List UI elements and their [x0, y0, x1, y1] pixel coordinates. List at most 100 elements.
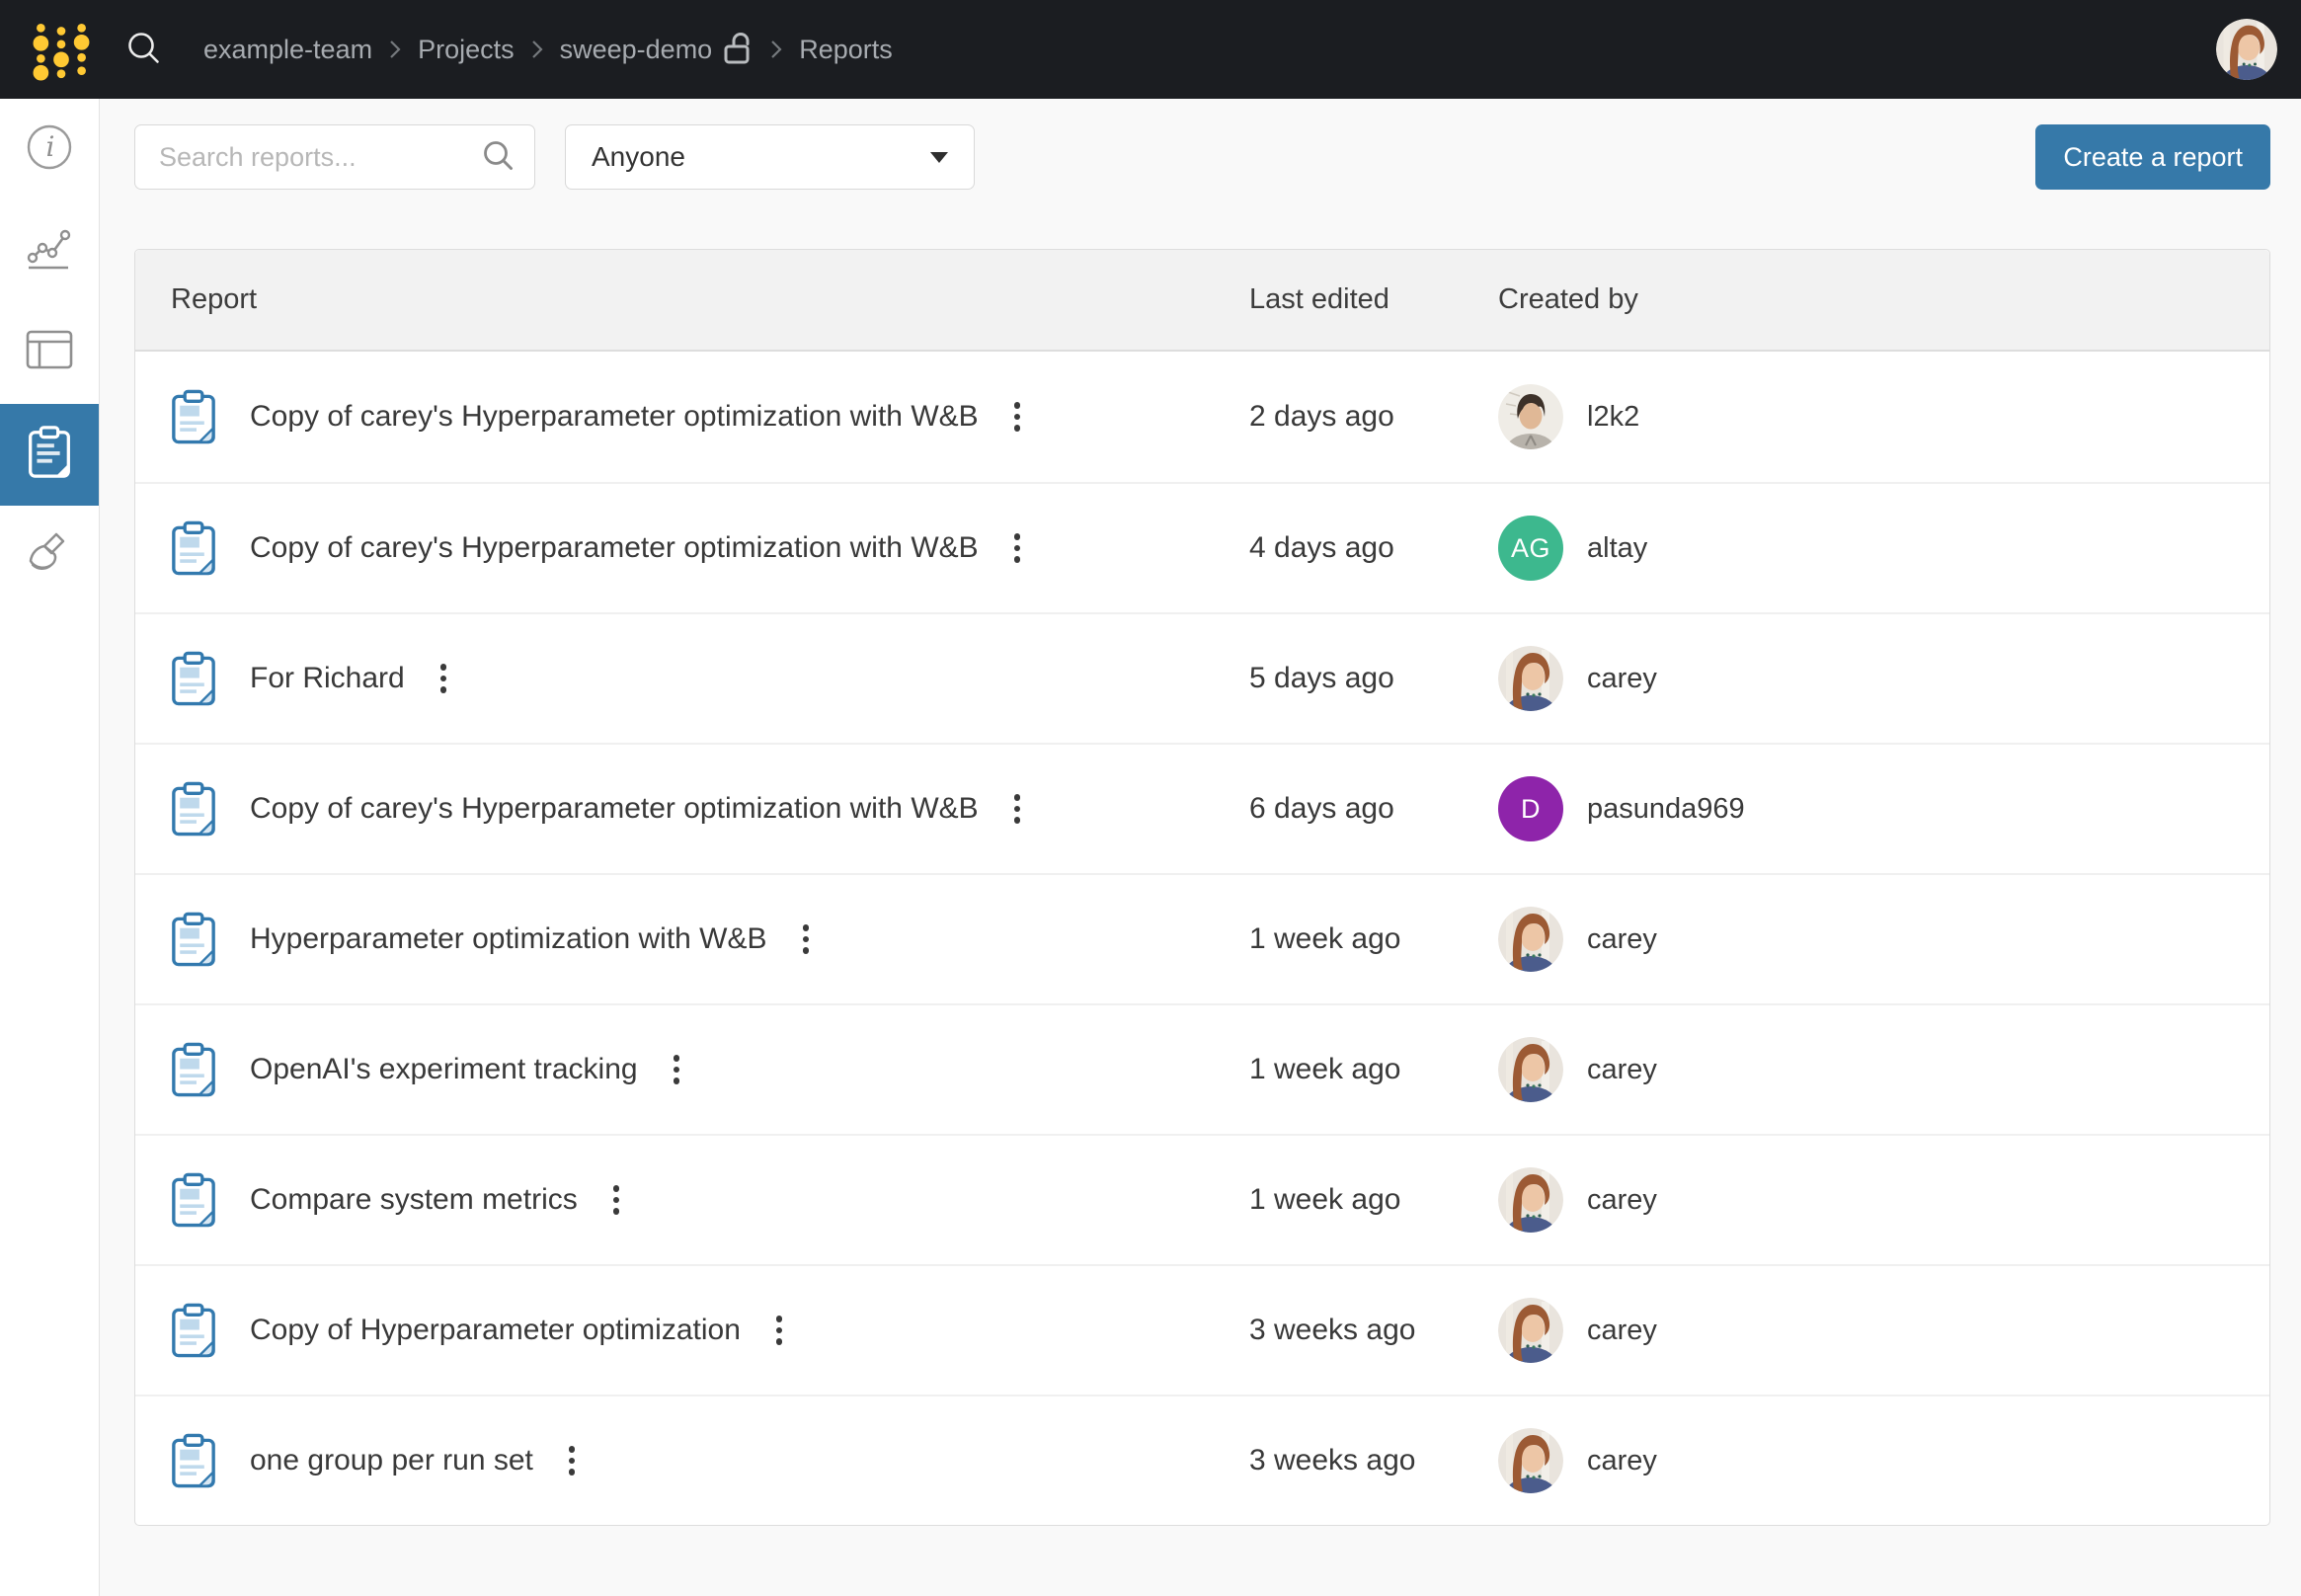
creator-avatar[interactable] — [1498, 1428, 1563, 1493]
table-row[interactable]: Compare system metrics 1 week ago carey — [135, 1134, 2269, 1264]
creator-avatar[interactable] — [1498, 1037, 1563, 1102]
creator-avatar[interactable] — [1498, 907, 1563, 972]
creator-name[interactable]: carey — [1587, 1445, 1657, 1477]
report-clipboard-icon — [171, 1303, 216, 1359]
user-avatar[interactable] — [2216, 19, 2277, 80]
sidebar-item-sweeps[interactable] — [0, 506, 99, 607]
breadcrumb-team[interactable]: example-team — [203, 35, 372, 65]
report-title[interactable]: Compare system metrics — [250, 1183, 578, 1217]
creator-avatar[interactable] — [1498, 1167, 1563, 1233]
search-icon — [480, 138, 517, 181]
report-last-edited: 1 week ago — [1249, 922, 1498, 956]
report-menu-kebab-icon[interactable] — [1004, 525, 1031, 571]
report-menu-kebab-icon[interactable] — [559, 1438, 586, 1483]
column-header-created-by: Created by — [1498, 283, 2269, 316]
report-title[interactable]: For Richard — [250, 662, 405, 695]
report-last-edited: 5 days ago — [1249, 662, 1498, 695]
report-menu-kebab-icon[interactable] — [766, 1308, 793, 1353]
report-clipboard-icon — [171, 1042, 216, 1098]
creator-name[interactable]: carey — [1587, 663, 1657, 695]
broom-icon — [26, 529, 73, 584]
create-report-button[interactable]: Create a report — [2035, 124, 2270, 190]
report-title[interactable]: Hyperparameter optimization with W&B — [250, 922, 767, 956]
report-title[interactable]: Copy of carey's Hyperparameter optimizat… — [250, 531, 979, 565]
table-row[interactable]: Copy of carey's Hyperparameter optimizat… — [135, 352, 2269, 482]
table-row[interactable]: Hyperparameter optimization with W&B 1 w… — [135, 873, 2269, 1003]
creator-name[interactable]: l2k2 — [1587, 401, 1639, 434]
report-clipboard-icon — [171, 520, 216, 577]
report-last-edited: 3 weeks ago — [1249, 1314, 1498, 1347]
creator-name[interactable]: carey — [1587, 1054, 1657, 1086]
report-clipboard-icon — [171, 912, 216, 968]
info-icon: i — [26, 123, 73, 176]
chevron-right-icon — [770, 39, 782, 60]
table-row[interactable]: Copy of Hyperparameter optimization 3 we… — [135, 1264, 2269, 1395]
report-menu-kebab-icon[interactable] — [793, 917, 820, 962]
creator-filter-value: Anyone — [592, 141, 685, 173]
table-row[interactable]: Copy of carey's Hyperparameter optimizat… — [135, 743, 2269, 873]
report-menu-kebab-icon[interactable] — [1004, 394, 1031, 439]
report-title[interactable]: OpenAI's experiment tracking — [250, 1053, 638, 1086]
reports-table-header: Report Last edited Created by — [135, 250, 2269, 352]
report-last-edited: 4 days ago — [1249, 531, 1498, 565]
report-menu-kebab-icon[interactable] — [603, 1177, 630, 1223]
sidebar-item-tables[interactable] — [0, 302, 99, 404]
creator-cell: carey — [1498, 1298, 2269, 1363]
creator-name[interactable]: pasunda969 — [1587, 793, 1745, 826]
search-icon[interactable] — [122, 28, 166, 71]
report-cell: Copy of carey's Hyperparameter optimizat… — [135, 520, 1249, 577]
creator-cell: AG altay — [1498, 516, 2269, 581]
reports-clipboard-icon — [27, 425, 72, 485]
report-menu-kebab-icon[interactable] — [1004, 786, 1031, 832]
report-cell: one group per run set — [135, 1433, 1249, 1489]
creator-name[interactable]: altay — [1587, 532, 1647, 565]
creator-avatar[interactable] — [1498, 384, 1563, 449]
table-row[interactable]: Copy of carey's Hyperparameter optimizat… — [135, 482, 2269, 612]
breadcrumb-project[interactable]: sweep-demo — [560, 35, 713, 65]
breadcrumb-projects[interactable]: Projects — [418, 35, 515, 65]
report-last-edited: 6 days ago — [1249, 792, 1498, 826]
report-title[interactable]: Copy of carey's Hyperparameter optimizat… — [250, 400, 979, 434]
report-title[interactable]: Copy of Hyperparameter optimization — [250, 1314, 741, 1347]
sidebar-item-charts[interactable] — [0, 200, 99, 302]
table-row[interactable]: one group per run set 3 weeks ago carey — [135, 1395, 2269, 1525]
sidebar-item-reports[interactable] — [0, 404, 99, 506]
reports-table: Report Last edited Created by Copy of ca… — [134, 249, 2270, 1526]
report-title[interactable]: Copy of carey's Hyperparameter optimizat… — [250, 792, 979, 826]
creator-avatar[interactable]: D — [1498, 776, 1563, 841]
report-clipboard-icon — [171, 781, 216, 838]
creator-avatar[interactable] — [1498, 646, 1563, 711]
report-cell: Copy of Hyperparameter optimization — [135, 1303, 1249, 1359]
report-cell: For Richard — [135, 651, 1249, 707]
creator-cell: carey — [1498, 1037, 2269, 1102]
creator-name[interactable]: carey — [1587, 1315, 1657, 1347]
creator-name[interactable]: carey — [1587, 923, 1657, 956]
report-search — [134, 124, 535, 190]
report-search-input[interactable] — [134, 124, 535, 190]
creator-cell: carey — [1498, 646, 2269, 711]
table-icon — [25, 329, 74, 377]
table-row[interactable]: OpenAI's experiment tracking 1 week ago … — [135, 1003, 2269, 1134]
report-menu-kebab-icon[interactable] — [664, 1047, 690, 1092]
creator-filter-dropdown[interactable]: Anyone — [565, 124, 975, 190]
report-last-edited: 2 days ago — [1249, 400, 1498, 434]
report-title[interactable]: one group per run set — [250, 1444, 533, 1477]
wandb-logo-icon[interactable] — [26, 14, 97, 85]
report-clipboard-icon — [171, 1172, 216, 1229]
creator-cell: carey — [1498, 1428, 2269, 1493]
report-last-edited: 3 weeks ago — [1249, 1444, 1498, 1477]
table-row[interactable]: For Richard 5 days ago carey — [135, 612, 2269, 743]
report-menu-kebab-icon[interactable] — [431, 656, 457, 701]
report-cell: OpenAI's experiment tracking — [135, 1042, 1249, 1098]
creator-avatar[interactable] — [1498, 1298, 1563, 1363]
unlock-icon — [722, 32, 754, 67]
report-clipboard-icon — [171, 1433, 216, 1489]
creator-name[interactable]: carey — [1587, 1184, 1657, 1217]
creator-avatar[interactable]: AG — [1498, 516, 1563, 581]
report-cell: Hyperparameter optimization with W&B — [135, 912, 1249, 968]
sidebar-item-overview[interactable]: i — [0, 99, 99, 200]
breadcrumb-reports[interactable]: Reports — [799, 35, 893, 65]
report-cell: Compare system metrics — [135, 1172, 1249, 1229]
chevron-down-icon — [930, 152, 948, 163]
svg-text:i: i — [46, 130, 55, 163]
